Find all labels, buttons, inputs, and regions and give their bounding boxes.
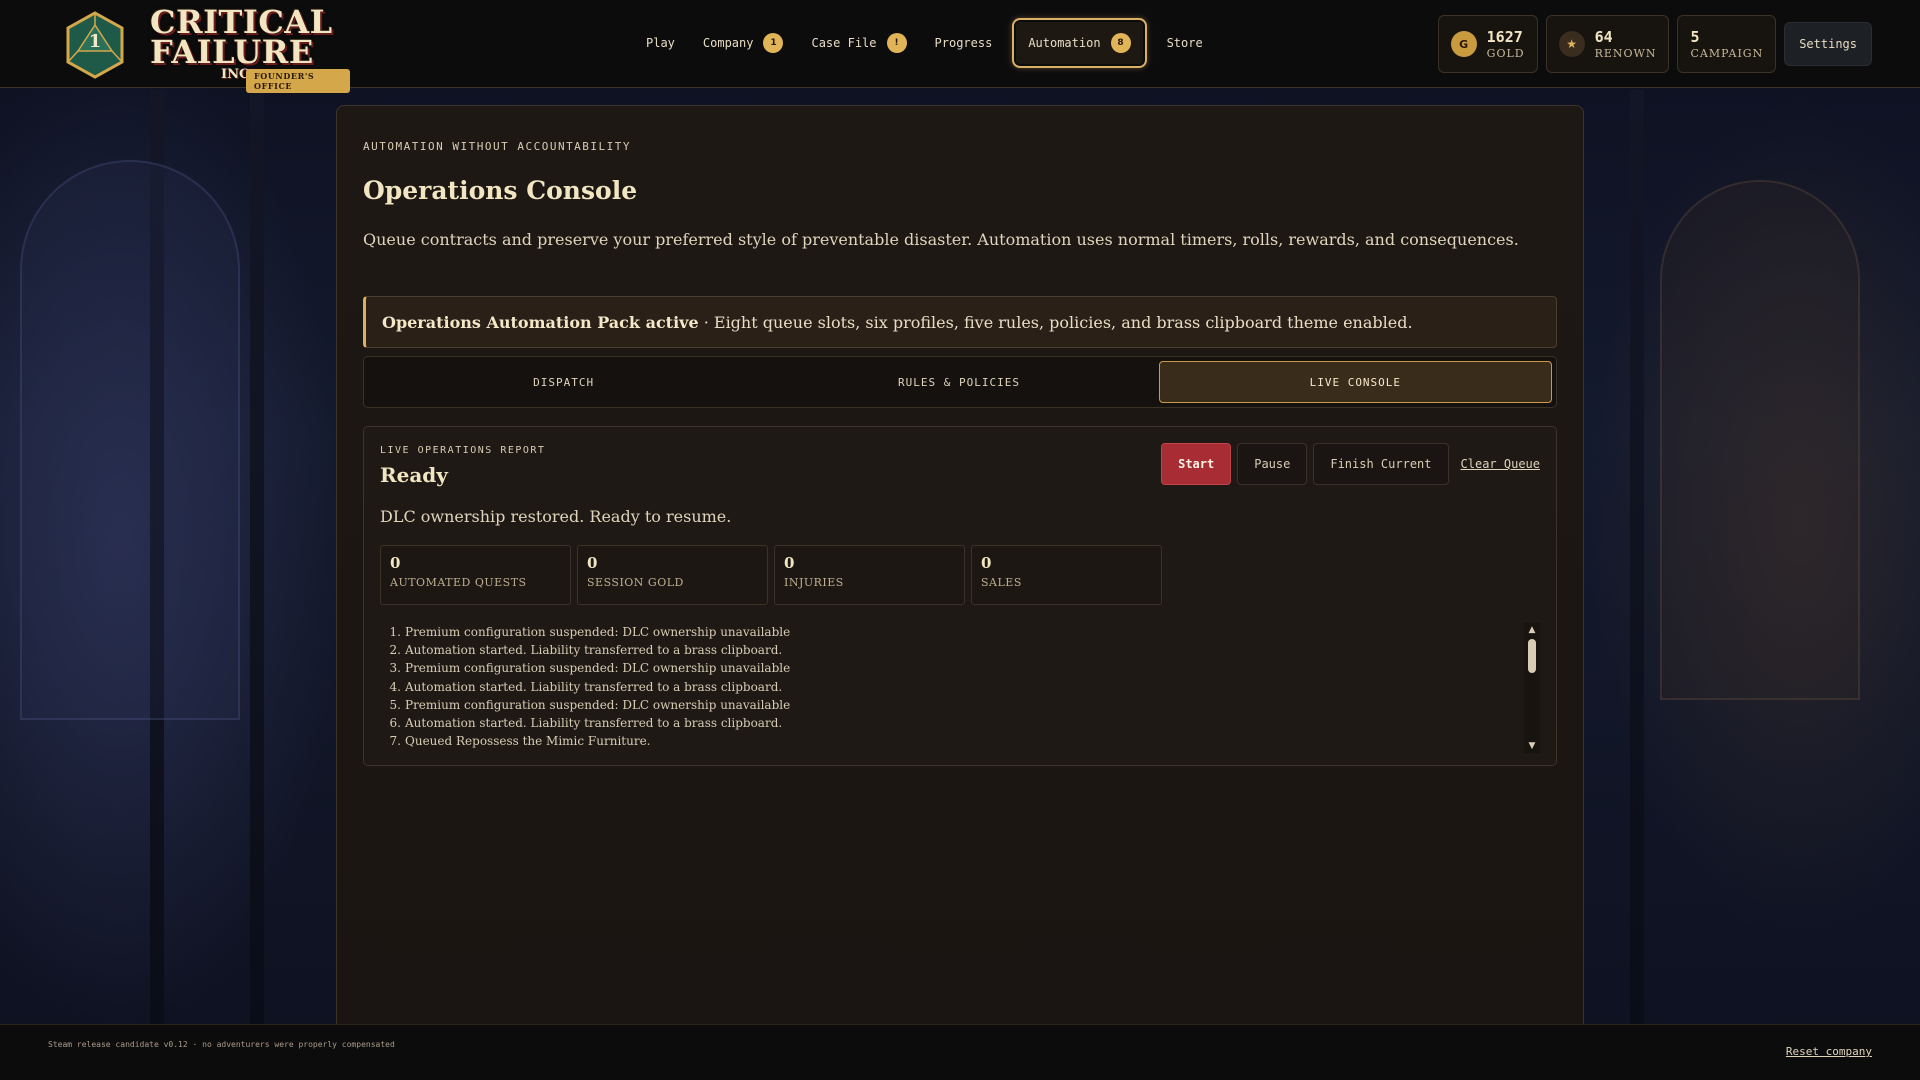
renown-stat[interactable]: ★ 64 RENOWN — [1545, 15, 1670, 73]
nav-label: Play — [646, 36, 675, 50]
nav-label: Case File — [811, 36, 877, 50]
tab-dispatch[interactable]: DISPATCH — [368, 361, 759, 403]
nav-store[interactable]: Store — [1153, 18, 1217, 68]
metric-injuries: 0 INJURIES — [774, 545, 965, 605]
background-window-right — [1660, 180, 1860, 700]
live-operations-report: LIVE OPERATIONS REPORT Ready DLC ownersh… — [363, 426, 1557, 766]
dice-number: 1 — [89, 31, 102, 52]
nav-case-file[interactable]: Case File ! — [797, 18, 920, 68]
main-nav: Play Company 1 Case File ! Progress Auto… — [632, 18, 1217, 68]
background-pillar-right — [1630, 90, 1644, 1024]
footer: Steam release candidate v0.12 · no adven… — [0, 1024, 1920, 1080]
notification-badge: 1 — [763, 33, 784, 53]
list-item: 7. Queued Repossess the Mimic Furniture. — [389, 734, 651, 749]
status-message: DLC ownership restored. Ready to resume. — [380, 507, 732, 526]
d20-dice-icon: 1 — [66, 11, 124, 79]
logo-subtitle: FOUNDER'S OFFICE — [246, 69, 350, 93]
page-title: Operations Console — [363, 176, 638, 205]
dlc-status-banner: Operations Automation Pack active · Eigh… — [363, 296, 1557, 348]
operations-log[interactable]: 1. Premium configuration suspended: DLC o… — [380, 623, 1540, 753]
resource-stats: G 1627 GOLD ★ 64 RENOWN 5 CAMPAIGN Setti… — [1437, 15, 1872, 73]
console-tabs: DISPATCH RULES & POLICIES LIVE CONSOLE — [363, 356, 1557, 408]
nav-play[interactable]: Play — [632, 18, 689, 68]
list-item: 6. Automation started. Liability transfer… — [389, 716, 783, 731]
nav-company[interactable]: Company 1 — [689, 18, 798, 68]
nav-progress[interactable]: Progress — [921, 18, 1007, 68]
settings-button[interactable]: Settings — [1784, 22, 1872, 66]
operations-panel: AUTOMATION WITHOUT ACCOUNTABILITY Operat… — [336, 105, 1584, 1040]
pause-button[interactable]: Pause — [1237, 443, 1308, 485]
finish-current-button[interactable]: Finish Current — [1313, 443, 1449, 485]
metric-value: 0 — [390, 554, 401, 572]
nav-label: Store — [1166, 36, 1203, 50]
metric-label: SALES — [981, 576, 1022, 589]
banner-text: · Eight queue slots, six profiles, five … — [698, 312, 1413, 332]
nav-automation[interactable]: Automation 8 — [1012, 18, 1147, 68]
nav-label: Automation — [1028, 36, 1101, 50]
campaign-label: CAMPAIGN — [1690, 47, 1764, 60]
logo-title: CRITICAL FAILURE — [150, 6, 333, 71]
page-description: Queue contracts and preserve your prefer… — [363, 230, 1519, 249]
metric-label: INJURIES — [784, 576, 844, 589]
metric-value: 0 — [784, 554, 795, 572]
metric-label: SESSION GOLD — [587, 576, 684, 589]
notification-badge: 8 — [1110, 33, 1131, 53]
renown-label: RENOWN — [1594, 47, 1657, 60]
page-eyebrow: AUTOMATION WITHOUT ACCOUNTABILITY — [363, 140, 632, 153]
metric-sales: 0 SALES — [971, 545, 1162, 605]
background-pillar-left-2 — [250, 90, 264, 1024]
list-item: 4. Automation started. Liability transfer… — [389, 679, 783, 694]
tab-rules-policies[interactable]: RULES & POLICIES — [763, 361, 1154, 403]
session-metrics: 0 AUTOMATED QUESTS 0 SESSION GOLD 0 INJU… — [380, 545, 1162, 605]
banner-title: Operations Automation Pack active — [382, 312, 699, 332]
console-actions: Start Pause Finish Current Clear Queue — [1161, 443, 1540, 485]
list-item: 2. Automation started. Liability transfer… — [389, 643, 783, 658]
clear-queue-link[interactable]: Clear Queue — [1455, 457, 1540, 471]
scroll-thumb[interactable] — [1528, 639, 1536, 673]
logo[interactable]: 1 CRITICAL FAILURE INC FOUNDER'S OFFICE — [60, 5, 350, 93]
tab-live-console[interactable]: LIVE CONSOLE — [1158, 361, 1552, 403]
renown-value: 64 — [1594, 28, 1613, 46]
logo-title-line2: FAILURE — [150, 33, 314, 71]
alert-badge: ! — [886, 33, 907, 53]
gold-label: GOLD — [1486, 47, 1525, 60]
metric-automated-quests: 0 AUTOMATED QUESTS — [380, 545, 571, 605]
metric-session-gold: 0 SESSION GOLD — [577, 545, 768, 605]
release-note: Steam release candidate v0.12 · no adven… — [48, 1040, 395, 1049]
scroll-down-icon[interactable]: ▼ — [1527, 741, 1537, 751]
gold-value: 1627 — [1486, 28, 1523, 46]
log-list: 1. Premium configuration suspended: DLC o… — [380, 623, 1540, 750]
log-scrollbar[interactable]: ▲ ▼ — [1524, 623, 1540, 753]
nav-label: Company — [702, 36, 754, 50]
top-bar: 1 CRITICAL FAILURE INC FOUNDER'S OFFICE … — [0, 0, 1920, 93]
campaign-value: 5 — [1690, 28, 1700, 46]
reset-company-link[interactable]: Reset company — [1786, 1045, 1872, 1058]
metric-value: 0 — [587, 554, 598, 572]
list-item: 5. Premium configuration suspended: DLC o… — [389, 697, 791, 712]
status-heading: Ready — [380, 463, 448, 487]
report-eyebrow: LIVE OPERATIONS REPORT — [380, 445, 546, 456]
campaign-stat[interactable]: 5 CAMPAIGN — [1677, 15, 1777, 73]
background-window-left — [20, 160, 240, 720]
star-icon: ★ — [1558, 31, 1585, 57]
gold-coin-icon: G — [1450, 31, 1477, 57]
nav-label: Progress — [934, 36, 993, 50]
list-item: 3. Premium configuration suspended: DLC o… — [389, 661, 791, 676]
list-item: 1. Premium configuration suspended: DLC o… — [389, 625, 791, 639]
scroll-up-icon[interactable]: ▲ — [1527, 625, 1537, 635]
start-button[interactable]: Start — [1161, 443, 1232, 485]
gold-stat[interactable]: G 1627 GOLD — [1437, 15, 1538, 73]
metric-value: 0 — [981, 554, 992, 572]
metric-label: AUTOMATED QUESTS — [390, 576, 527, 589]
